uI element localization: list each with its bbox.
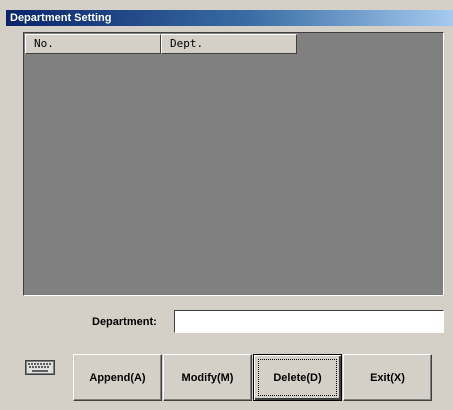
exit-button[interactable]: Exit(X): [343, 354, 432, 401]
list-header: No. Dept.: [25, 34, 297, 54]
title-bar: Department Setting: [6, 10, 453, 26]
keyboard-icon[interactable]: [25, 360, 55, 375]
department-input[interactable]: [174, 310, 444, 333]
column-header-no[interactable]: No.: [25, 34, 161, 54]
append-button[interactable]: Append(A): [73, 354, 162, 401]
department-setting-window: Department Setting No. Dept. Department:…: [0, 0, 453, 410]
modify-button-label: Modify(M): [181, 371, 234, 384]
delete-button-label: Delete(D): [273, 371, 322, 384]
department-label: Department:: [92, 316, 157, 328]
delete-button[interactable]: Delete(D): [253, 354, 342, 401]
modify-button[interactable]: Modify(M): [163, 354, 252, 401]
exit-button-label: Exit(X): [370, 371, 405, 384]
append-button-label: Append(A): [89, 371, 146, 384]
department-list[interactable]: No. Dept.: [23, 32, 444, 296]
column-header-dept[interactable]: Dept.: [161, 34, 297, 54]
